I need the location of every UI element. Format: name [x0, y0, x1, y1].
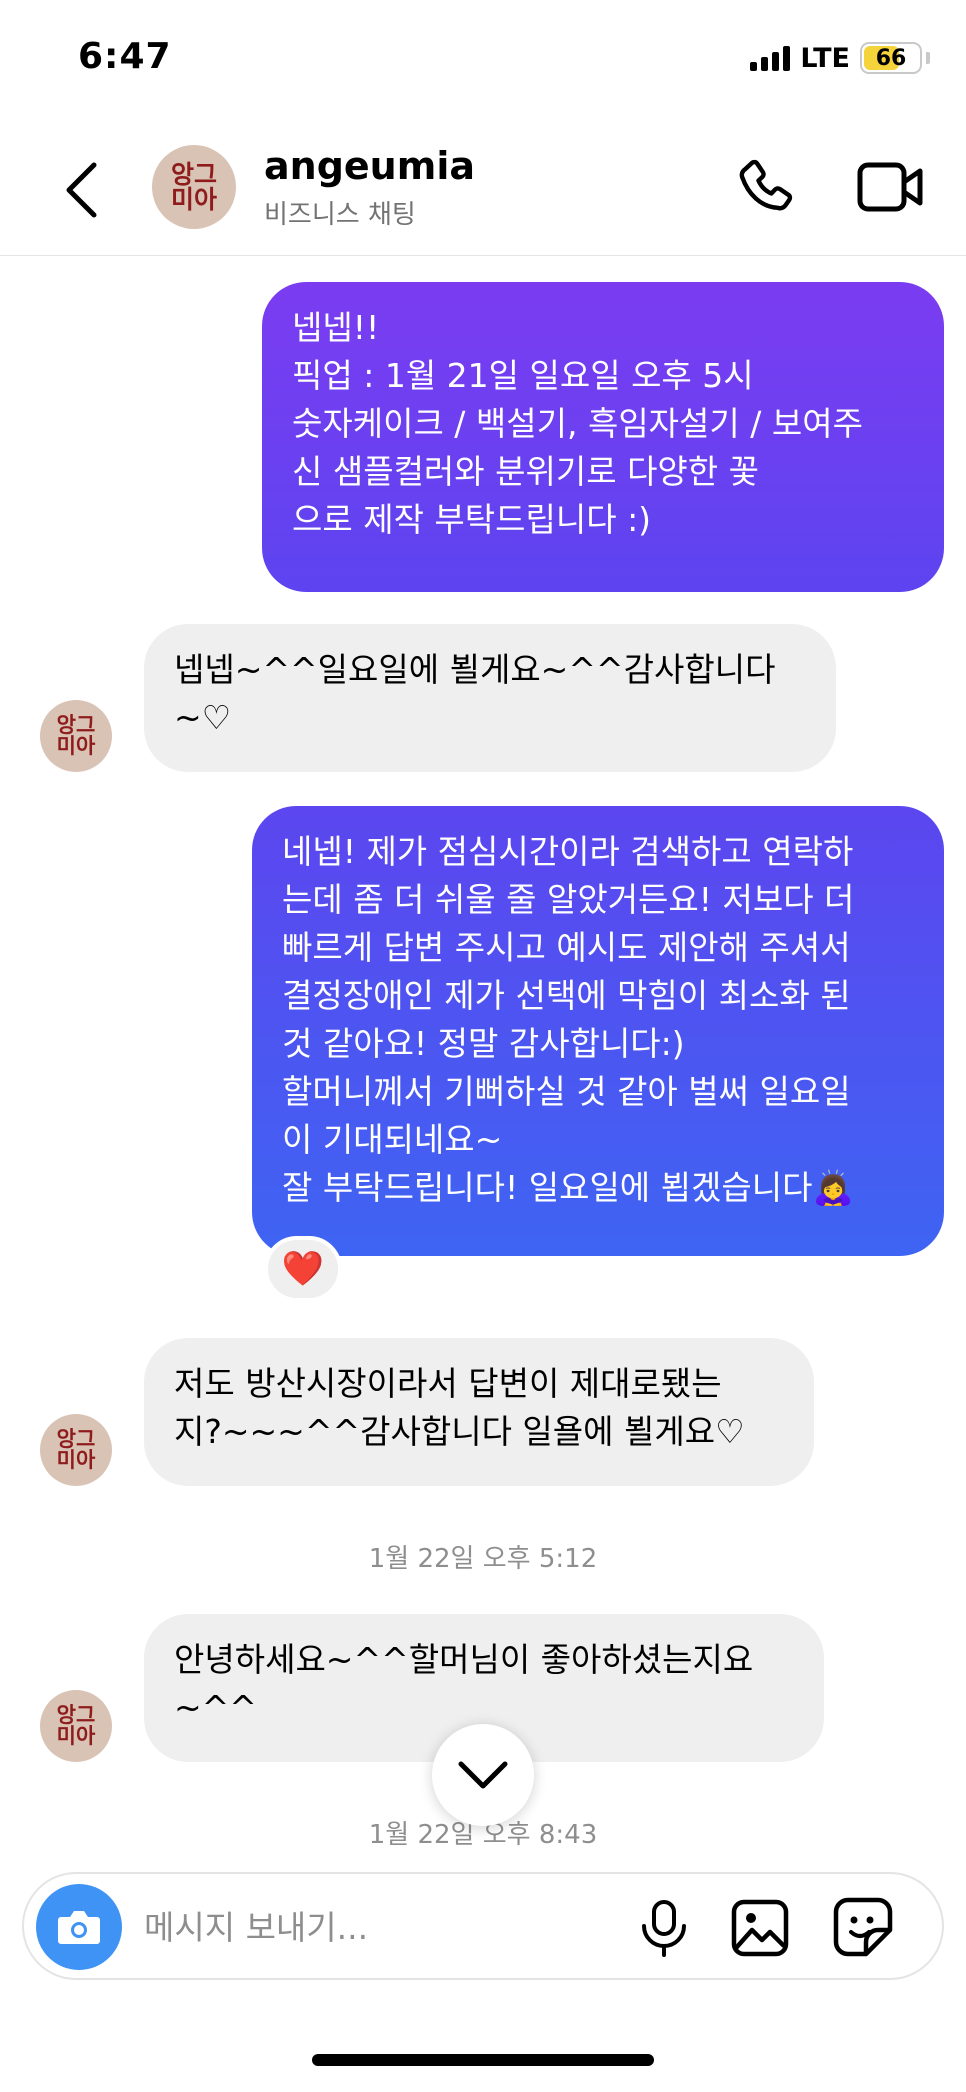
back-arrow-icon — [66, 162, 97, 218]
incoming-message[interactable]: 넵넵~^^일요일에 뵐게요~^^감사합니다 ~♡ — [144, 624, 836, 772]
avatar-logo: 앙그 미아 — [56, 713, 96, 758]
phone-icon — [739, 159, 793, 211]
camera-button[interactable] — [36, 1884, 122, 1970]
chat-subtitle: 비즈니스 채팅 — [264, 200, 416, 230]
sender-avatar[interactable]: 앙그 미아 — [40, 700, 112, 772]
sticker-icon — [833, 1897, 893, 1957]
status-time: 6:47 — [78, 36, 172, 77]
home-indicator — [312, 2054, 654, 2066]
battery-icon: 66 — [860, 42, 922, 74]
message-input[interactable] — [144, 1892, 624, 1962]
battery-level: 66 — [875, 45, 907, 71]
chat-header: 앙그 미아 angeumia 비즈니스 채팅 — [0, 130, 966, 256]
status-indicators: LTE 66 — [750, 42, 930, 74]
avatar[interactable]: 앙그 미아 — [152, 145, 236, 229]
outgoing-message[interactable]: 네넵! 제가 점심시간이라 검색하고 연락하 는데 좀 더 쉬울 줄 알았거든요… — [252, 806, 944, 1256]
call-button[interactable] — [734, 155, 800, 221]
sender-avatar[interactable]: 앙그 미아 — [40, 1414, 112, 1486]
sender-avatar[interactable]: 앙그 미아 — [40, 1690, 112, 1762]
video-call-button[interactable] — [856, 157, 926, 217]
microphone-button[interactable] — [636, 1898, 692, 1958]
heart-reaction[interactable]: ❤️ — [264, 1236, 342, 1302]
gallery-icon — [731, 1899, 789, 1957]
gallery-button[interactable] — [730, 1898, 790, 1958]
video-camera-icon — [857, 162, 923, 212]
chevron-down-icon — [458, 1761, 508, 1789]
message-timestamp: 1월 22일 오후 5:12 — [368, 1544, 598, 1574]
avatar-logo: 앙그 미아 — [170, 160, 217, 214]
message-composer — [22, 1872, 944, 1980]
microphone-icon — [642, 1900, 686, 1957]
camera-icon — [58, 1911, 100, 1944]
scroll-to-bottom-button[interactable] — [432, 1724, 534, 1826]
outgoing-message[interactable]: 넵넵!! 픽업 : 1월 21일 일요일 오후 5시 숫자케이크 / 백설기, … — [262, 282, 944, 592]
network-label: LTE — [800, 42, 850, 74]
sticker-button[interactable] — [832, 1896, 894, 1958]
avatar-logo: 앙그 미아 — [56, 1427, 96, 1472]
status-bar: 6:47 LTE 66 — [0, 0, 966, 120]
incoming-message[interactable]: 저도 방산시장이라서 답변이 제대로됐는 지?~~~^^감사합니다 일욜에 뵐게… — [144, 1338, 814, 1486]
signal-icon — [750, 45, 791, 71]
back-button[interactable] — [56, 155, 106, 225]
avatar-logo: 앙그 미아 — [56, 1703, 96, 1748]
chat-title[interactable]: angeumia — [264, 144, 475, 188]
